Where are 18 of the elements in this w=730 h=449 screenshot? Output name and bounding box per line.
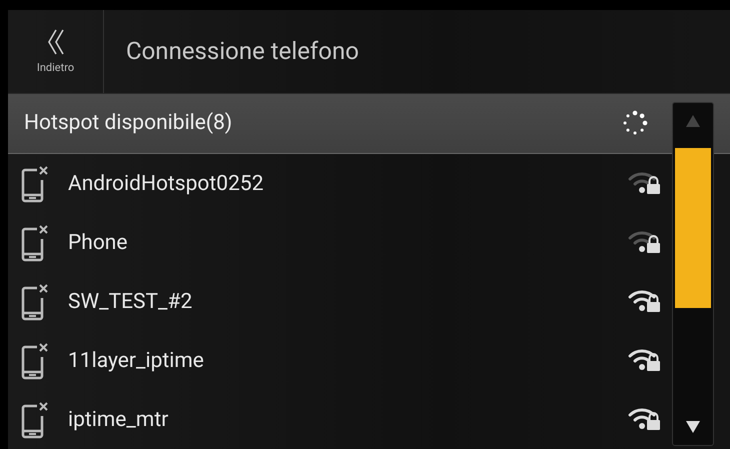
scroll-down-icon[interactable] — [686, 421, 700, 433]
hotspot-name[interactable]: 11layer_iptime — [68, 348, 628, 372]
double-chevron-left-icon — [46, 28, 64, 55]
scrollbar[interactable] — [672, 102, 714, 446]
phone-disconnected-icon — [20, 224, 50, 262]
page-title: Connessione telefono — [126, 37, 359, 66]
back-button[interactable]: Indietro — [8, 10, 104, 93]
loading-spinner-icon — [622, 110, 648, 136]
phone-disconnected-icon — [20, 342, 50, 380]
scroll-thumb[interactable] — [675, 148, 711, 308]
phone-disconnected-icon — [20, 282, 50, 320]
hotspot-name[interactable]: AndroidHotspot0252 — [68, 172, 628, 196]
hotspot-name[interactable]: Phone — [68, 230, 628, 254]
phone-disconnected-icon — [20, 400, 50, 438]
list-header-title: Hotspot disponibile(8) — [24, 111, 234, 136]
hotspot-name[interactable]: SW_TEST_#2 — [68, 290, 628, 314]
phone-disconnected-icon — [20, 164, 50, 202]
hotspot-name[interactable]: iptime_mtr — [68, 408, 628, 432]
